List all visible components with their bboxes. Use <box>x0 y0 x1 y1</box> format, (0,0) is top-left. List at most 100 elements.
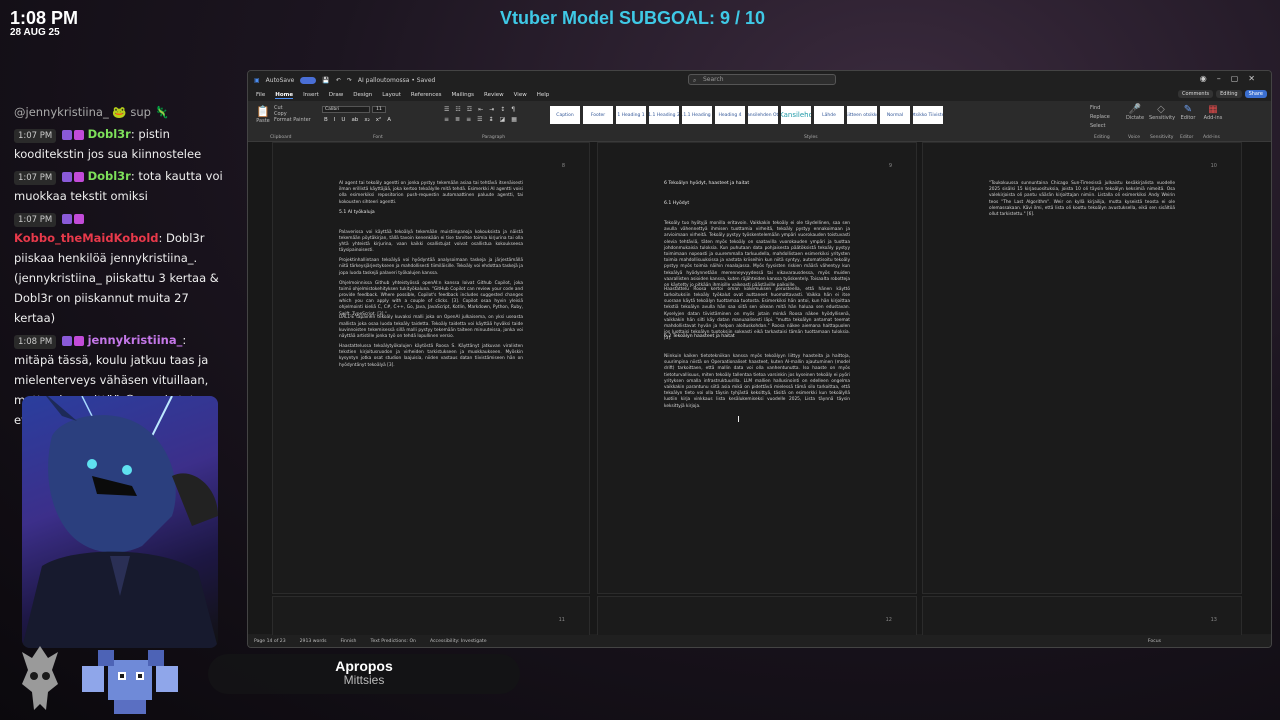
undo-icon[interactable]: ↶ <box>336 77 341 84</box>
chat-username[interactable]: jennykristiina_ <box>88 333 183 347</box>
search-box[interactable]: ⌕ Search <box>688 74 836 85</box>
maximize-button[interactable]: ▢ <box>1231 74 1249 83</box>
ribbon-tab-view[interactable]: View <box>514 92 527 98</box>
share-button[interactable]: Share <box>1244 90 1267 98</box>
select-button[interactable]: Select <box>1090 122 1110 131</box>
ribbon-tab-layout[interactable]: Layout <box>382 92 401 98</box>
status-accessibility[interactable]: Accessibility: Investigate <box>430 639 487 644</box>
ribbon-tab-insert[interactable]: Insert <box>303 92 319 98</box>
font-format-button[interactable]: A <box>387 117 391 123</box>
document-page[interactable]: 11 <box>272 596 590 638</box>
align-center-icon[interactable]: ≣ <box>455 116 460 123</box>
ribbon-tab-mailings[interactable]: Mailings <box>451 92 474 98</box>
comments-button[interactable]: Comments <box>1178 90 1214 98</box>
status-page[interactable]: Page 14 of 23 <box>254 639 286 644</box>
style-option[interactable]: Caption <box>550 106 580 124</box>
font-size-select[interactable]: 11 <box>372 106 386 113</box>
multilevel-list-icon[interactable]: ☲ <box>467 106 472 113</box>
chat-username[interactable]: Dobl3r <box>88 127 131 141</box>
document-page[interactable]: 9 6 Tekoälyn hyödyt, haasteet ja haitat 6.… <box>597 142 917 594</box>
body-paragraph[interactable]: Niinkuin kaiken tietotekniikan kanssa my… <box>664 354 850 410</box>
ribbon-tab-home[interactable]: Home <box>275 92 294 99</box>
section-heading[interactable]: 6.2 Tekoälyn haasteet ja haitat <box>664 334 850 339</box>
save-icon[interactable]: 💾 <box>322 77 329 84</box>
bullets-icon[interactable]: ☰ <box>444 106 449 113</box>
font-format-button[interactable]: I <box>334 117 336 123</box>
font-format-button[interactable]: x₂ <box>364 117 369 123</box>
document-canvas[interactable]: 8 AI agent tai tekoäly agentti on jonka p… <box>248 142 1271 638</box>
body-paragraph[interactable]: Haastattelussa tekoälytyökalujen käytöst… <box>339 344 523 369</box>
chat-username[interactable]: Dobl3r <box>88 169 131 183</box>
font-format-button[interactable]: x² <box>376 117 381 123</box>
sensitivity-button[interactable]: ◇ Sensitivity <box>1149 104 1175 121</box>
document-page[interactable]: 10 "Toukokuussa sunnuntaina Chicago Sun-T… <box>922 142 1242 594</box>
document-title[interactable]: AI palloutomossa • Saved <box>358 77 435 84</box>
ribbon-tab-file[interactable]: File <box>256 92 265 98</box>
badge-icon <box>73 335 84 346</box>
section-heading[interactable]: 5.1 AI työkaluja <box>339 210 523 215</box>
format-painter-button[interactable]: Format Painter <box>274 117 311 123</box>
body-paragraph[interactable]: "Toukokuussa sunnuntaina Chicago Sun-Tim… <box>989 181 1175 218</box>
replace-button[interactable]: Replace <box>1090 113 1110 122</box>
line-spacing-icon[interactable]: ↨ <box>488 116 493 123</box>
sort-icon[interactable]: ↕ <box>500 106 505 113</box>
body-paragraph[interactable]: Tekoäly tuo hyötyjä monilla eritavoin. V… <box>664 221 850 289</box>
document-page[interactable]: 12 <box>597 596 917 638</box>
pilcrow-icon[interactable]: ¶ <box>511 106 515 113</box>
font-format-button[interactable]: B <box>324 117 328 123</box>
document-page[interactable]: 13 <box>922 596 1242 638</box>
section-heading[interactable]: 6.1 Hyödyt <box>664 201 850 206</box>
word-window: ▣ AutoSave 💾 ↶ ↷ AI palloutomossa • Save… <box>247 70 1272 648</box>
ribbon-tab-design[interactable]: Design <box>353 92 372 98</box>
chat-username[interactable]: Kobbo_theMaidKobold <box>14 231 159 245</box>
style-option[interactable]: Liitteen otsikko <box>847 106 877 124</box>
body-paragraph[interactable]: DALL-E tapainen tekoäly kuvaksi malli jo… <box>339 315 523 340</box>
paste-button[interactable]: 📋 Paste <box>256 105 270 124</box>
ribbon-tab-draw[interactable]: Draw <box>329 92 343 98</box>
style-option[interactable]: Kansileho <box>781 106 811 124</box>
style-option[interactable]: 1.1.1 Heading 3 <box>682 106 712 124</box>
body-paragraph[interactable]: Projektinhallintaan tekoälyä voi hyödynt… <box>339 258 523 277</box>
section-heading[interactable]: 6 Tekoälyn hyödyt, haasteet ja haitat <box>664 181 850 186</box>
add-ins-button[interactable]: ▦ Add-ins <box>1202 104 1224 121</box>
font-format-button[interactable]: U <box>341 117 345 123</box>
font-format-button[interactable]: ab <box>351 117 358 123</box>
body-paragraph[interactable]: Ohjelmoinnissa Github yhteistyössä openA… <box>339 281 523 318</box>
find-button[interactable]: Find <box>1090 104 1110 113</box>
redo-icon[interactable]: ↷ <box>347 77 352 84</box>
style-option[interactable]: Heading 4 <box>715 106 745 124</box>
profile-icon[interactable]: ◉ <box>1200 74 1217 83</box>
style-option[interactable]: 1.1 Heading 2 <box>649 106 679 124</box>
status-text-predictions[interactable]: Text Predictions: On <box>370 639 416 644</box>
status-focus[interactable]: Focus <box>1148 639 1161 644</box>
font-name-select[interactable]: Calibri <box>322 106 370 113</box>
ribbon-tab-help[interactable]: Help <box>537 92 550 98</box>
style-option[interactable]: Lähde <box>814 106 844 124</box>
close-button[interactable]: ✕ <box>1248 74 1265 83</box>
style-option[interactable]: 1 Heading 1 <box>616 106 646 124</box>
body-paragraph[interactable]: Palaverissa voi käyttää tekoälyä tekemää… <box>339 230 523 255</box>
justify-icon[interactable]: ☰ <box>477 116 482 123</box>
style-option[interactable]: Footer <box>583 106 613 124</box>
style-option[interactable]: Kansilehden Otsi <box>748 106 778 124</box>
ribbon-tab-review[interactable]: Review <box>484 92 504 98</box>
align-right-icon[interactable]: ≡ <box>466 116 471 123</box>
body-paragraph[interactable]: AI agent tai tekoäly agentti on jonka py… <box>339 181 523 206</box>
ribbon-tab-references[interactable]: References <box>411 92 442 98</box>
borders-icon[interactable]: ▦ <box>511 116 517 123</box>
decrease-indent-icon[interactable]: ⇤ <box>478 106 483 113</box>
align-left-icon[interactable]: ≡ <box>444 116 449 123</box>
editor-button[interactable]: ✎ Editor <box>1178 104 1198 121</box>
editing-mode-button[interactable]: Editing <box>1216 90 1242 98</box>
dictate-button[interactable]: 🎤 Dictate <box>1124 104 1146 121</box>
style-option[interactable]: Normal <box>880 106 910 124</box>
minimize-button[interactable]: – <box>1217 74 1231 83</box>
document-page[interactable]: 8 AI agent tai tekoäly agentti on jonka p… <box>272 142 590 594</box>
increase-indent-icon[interactable]: ⇥ <box>489 106 494 113</box>
status-words[interactable]: 2913 words <box>300 639 327 644</box>
autosave-toggle[interactable] <box>300 76 317 84</box>
status-language[interactable]: Finnish <box>340 639 356 644</box>
numbering-icon[interactable]: ☷ <box>455 106 460 113</box>
shading-icon[interactable]: ◪ <box>500 116 506 123</box>
style-option[interactable]: Otsikko Tiivistel <box>913 106 943 124</box>
